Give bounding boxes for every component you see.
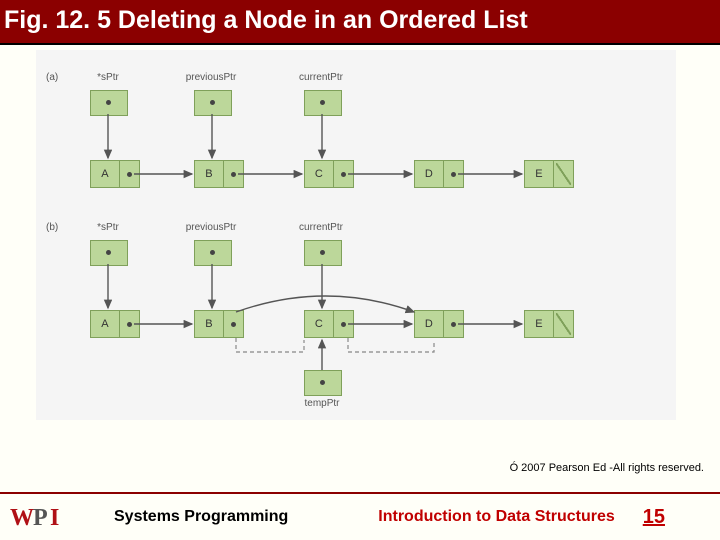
node-b-E: E xyxy=(524,310,574,338)
label-prevptr-a: previousPtr xyxy=(176,72,246,83)
node-a-A-data: A xyxy=(91,161,120,187)
node-a-D: D xyxy=(414,160,464,188)
node-b-C: C xyxy=(304,310,354,338)
node-a-A: A xyxy=(90,160,140,188)
footer-left: Systems Programming xyxy=(114,508,288,526)
copyright: Ó 2007 Pearson Ed -All rights reserved. xyxy=(510,462,704,474)
node-b-D: D xyxy=(414,310,464,338)
svg-text:W: W xyxy=(10,505,34,531)
diagram-area: (a) *sPtr previousPtr currentPtr A B C D xyxy=(36,50,676,420)
node-b-A-data: A xyxy=(91,311,120,337)
node-a-C: C xyxy=(304,160,354,188)
node-b-A: A xyxy=(90,310,140,338)
svg-text:P: P xyxy=(33,505,48,531)
node-a-B-data: B xyxy=(195,161,224,187)
footer: W P I Systems Programming Introduction t… xyxy=(0,492,720,540)
label-prevptr-b: previousPtr xyxy=(176,222,246,233)
node-b-B-data: B xyxy=(195,311,224,337)
label-currptr-b: currentPtr xyxy=(286,222,356,233)
footer-page: 15 xyxy=(643,506,665,529)
node-b-E-data: E xyxy=(525,311,554,337)
node-a-C-data: C xyxy=(305,161,334,187)
part-a-label: (a) xyxy=(46,72,58,83)
label-sptr-b: *sPtr xyxy=(86,222,130,233)
node-a-E: E xyxy=(524,160,574,188)
label-tempptr: tempPtr xyxy=(294,398,350,409)
arrows-svg xyxy=(36,50,676,420)
part-b-label: (b) xyxy=(46,222,58,233)
footer-center: Introduction to Data Structures xyxy=(378,508,614,526)
node-a-B: B xyxy=(194,160,244,188)
label-sptr-a: *sPtr xyxy=(86,72,130,83)
wpi-logo: W P I xyxy=(10,503,74,531)
label-currptr-a: currentPtr xyxy=(286,72,356,83)
node-b-B: B xyxy=(194,310,244,338)
slide-title: Fig. 12. 5 Deleting a Node in an Ordered… xyxy=(0,0,720,45)
node-b-D-data: D xyxy=(415,311,444,337)
node-a-D-data: D xyxy=(415,161,444,187)
svg-text:I: I xyxy=(50,505,59,531)
node-b-C-data: C xyxy=(305,311,334,337)
node-a-E-data: E xyxy=(525,161,554,187)
